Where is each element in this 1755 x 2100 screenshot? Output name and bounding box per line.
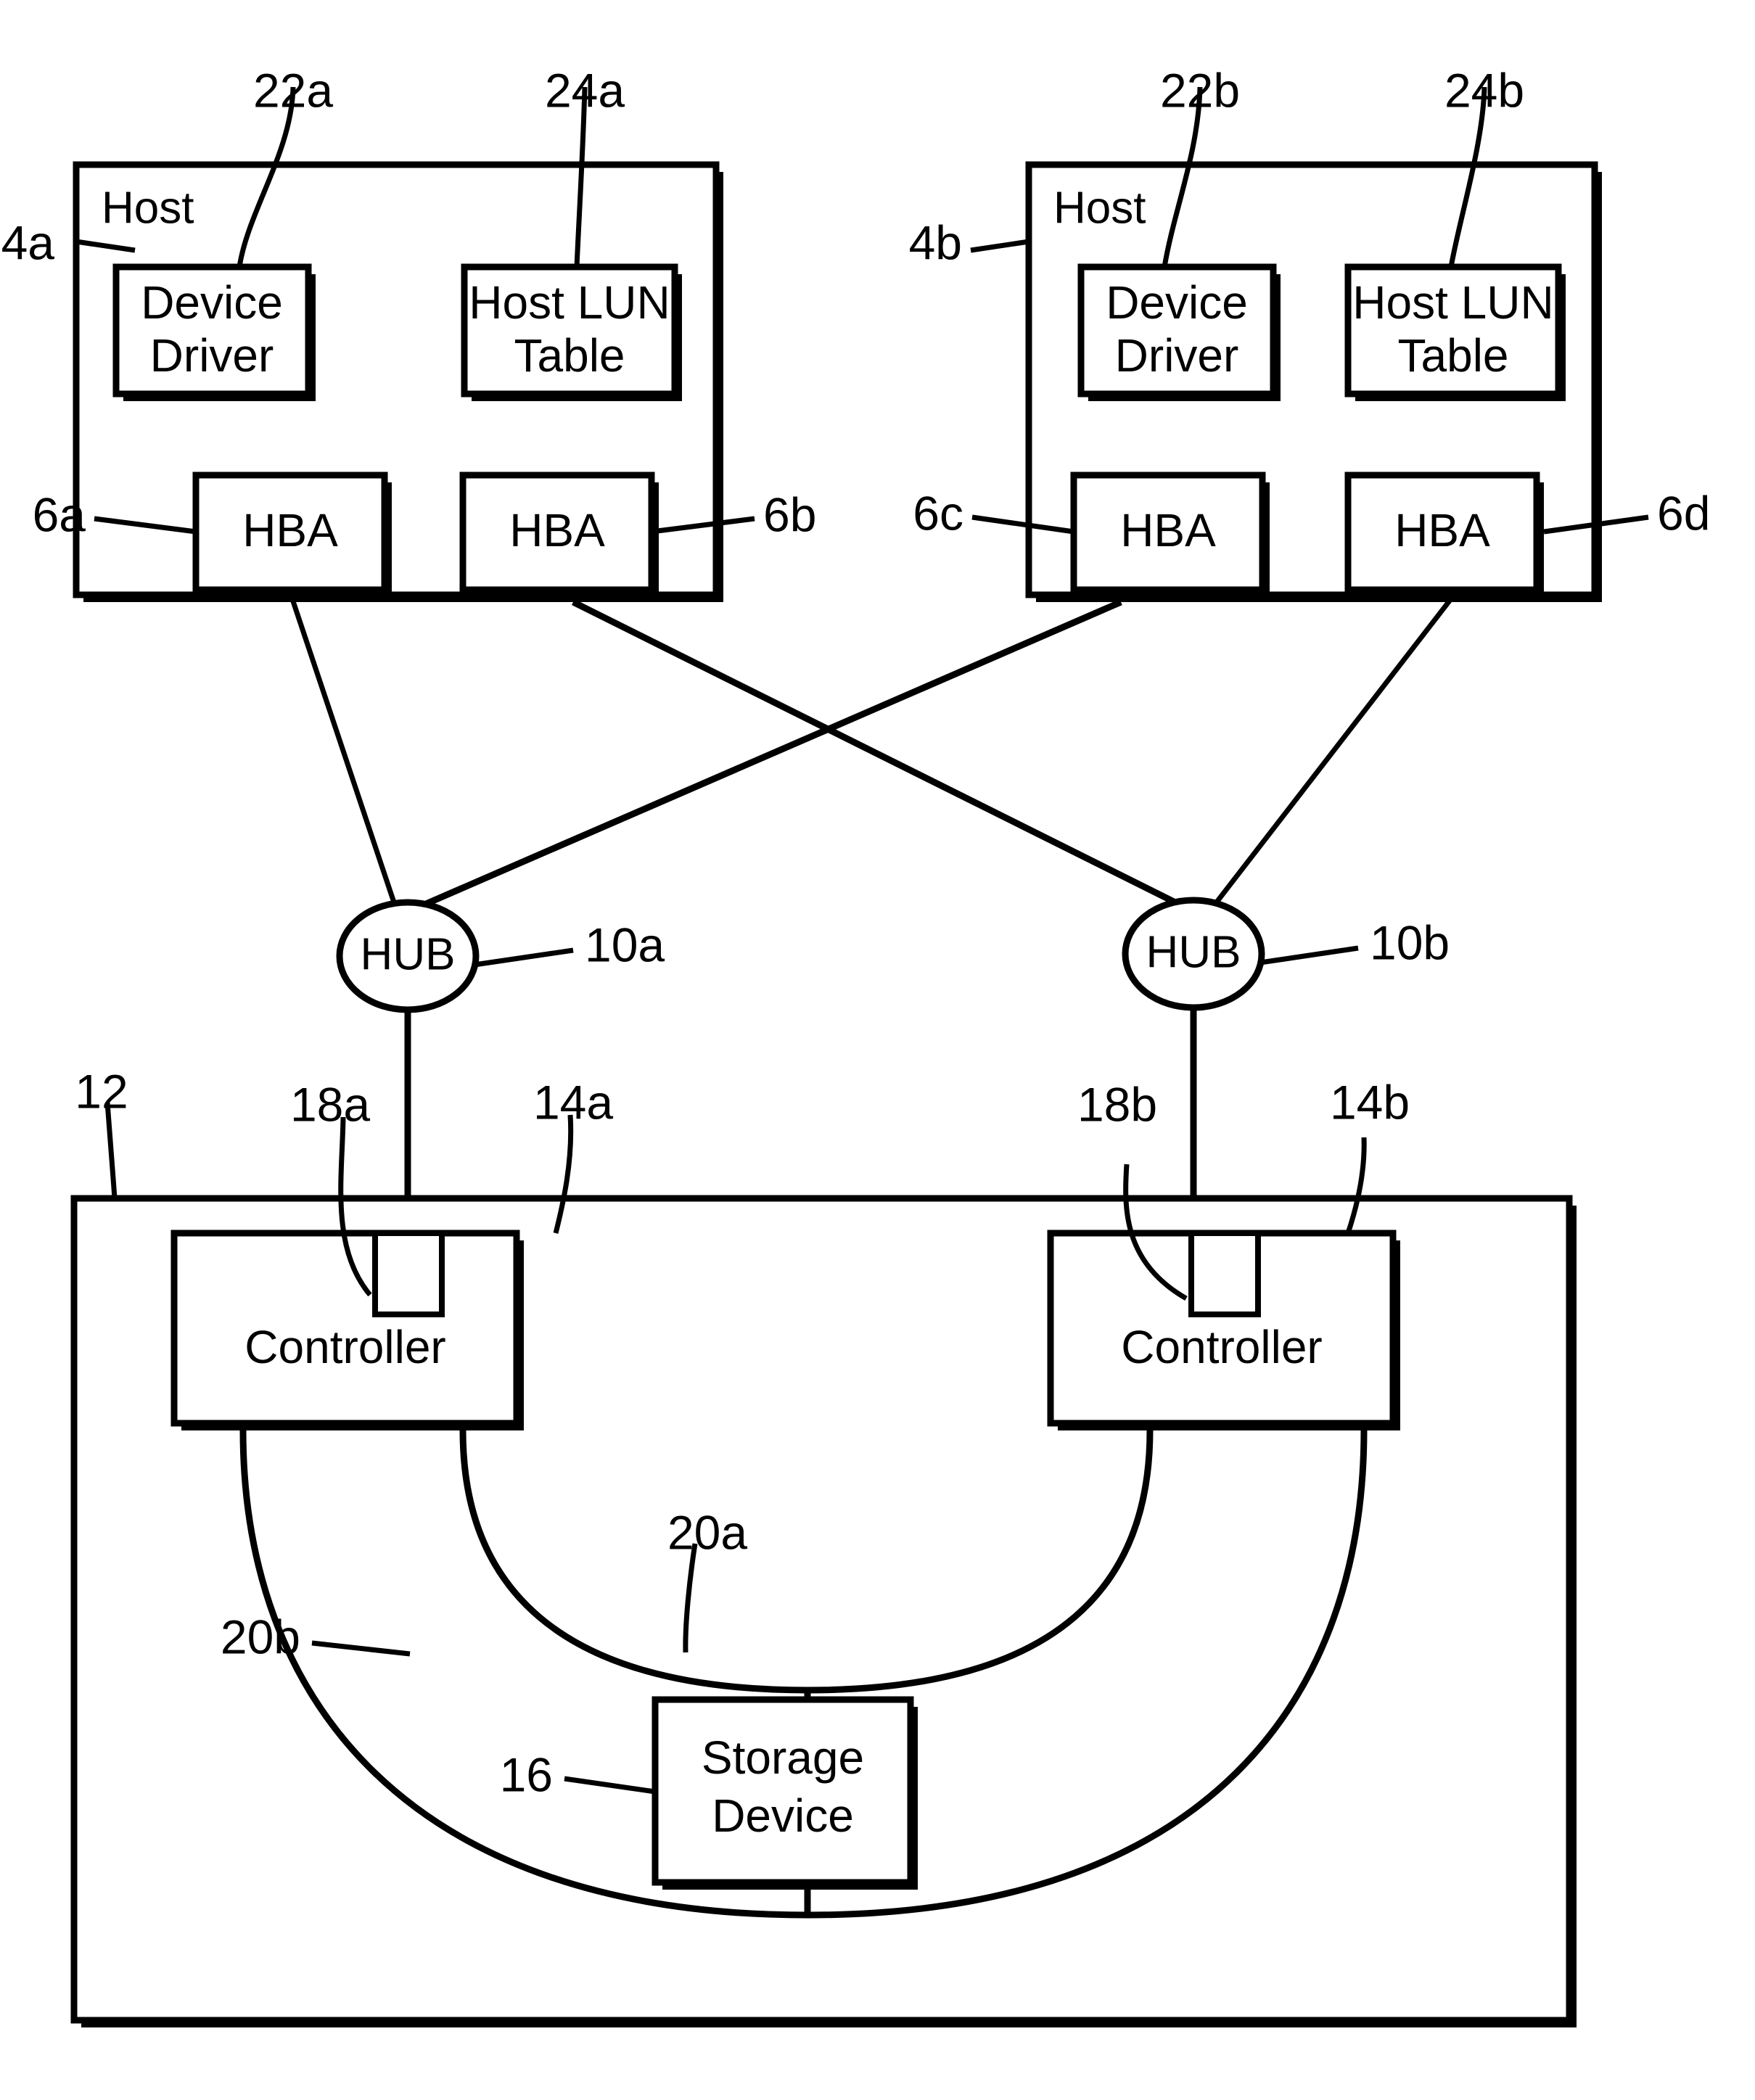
storage-device-16-line2: Device — [712, 1790, 854, 1842]
device-driver-22b-line2: Driver — [1115, 329, 1239, 382]
ref-24a: 24a — [545, 63, 625, 117]
hba-6b-label: HBA — [509, 504, 605, 556]
controller-14b-label: Controller — [1121, 1321, 1322, 1373]
ref-6d: 6d — [1657, 486, 1710, 540]
controller-14a-label: Controller — [244, 1321, 445, 1373]
hub-10a[interactable]: HUB 10a — [336, 899, 665, 1013]
leader-10b — [1259, 945, 1359, 965]
ref-22a: 22a — [253, 63, 333, 117]
ref-4b: 4b — [909, 215, 962, 269]
hba-6a-label: HBA — [242, 504, 338, 556]
host-lun-24a-line1: Host LUN — [469, 276, 670, 329]
leader-10a — [474, 947, 574, 968]
figure-canvas: Host 4a Device Driver 22a Host LUN Table… — [0, 0, 1755, 2100]
hba-6c-label: HBA — [1120, 504, 1216, 556]
ref-14b: 14b — [1330, 1075, 1410, 1129]
hub-10b-label: HUB — [1146, 927, 1241, 977]
ref-4a: 4a — [1, 215, 55, 269]
ref-6b: 6b — [763, 487, 816, 541]
device-driver-22b-line1: Device — [1106, 276, 1248, 329]
device-driver-22a-line1: Device — [141, 276, 283, 329]
port-18a-box[interactable] — [372, 1230, 445, 1317]
link-6c-to-10a — [418, 598, 1122, 910]
host-lun-24b-line2: Table — [1398, 329, 1509, 382]
ref-6c: 6c — [913, 486, 963, 540]
ref-18a: 18a — [290, 1077, 370, 1131]
hub-10b[interactable]: HUB 10b — [1122, 897, 1450, 1011]
ref-22b: 22b — [1160, 63, 1240, 117]
ref-10b: 10b — [1370, 915, 1450, 969]
patent-diagram: Host 4a Device Driver 22a Host LUN Table… — [1, 63, 1710, 2027]
ref-6a: 6a — [33, 487, 86, 541]
ref-24b: 24b — [1444, 63, 1524, 117]
storage-device-16-line1: Storage — [702, 1732, 864, 1784]
hub-10a-label: HUB — [361, 929, 456, 979]
ref-12: 12 — [75, 1064, 128, 1118]
ref-10a: 10a — [585, 918, 665, 971]
link-6b-to-10b — [571, 598, 1185, 910]
device-driver-22a-line2: Driver — [150, 329, 274, 382]
ref-16: 16 — [500, 1747, 553, 1801]
host-4a-title: Host — [102, 183, 194, 233]
hba-hub-links — [289, 595, 1455, 910]
host-block-4a: Host 4a Device Driver 22a Host LUN Table… — [1, 63, 816, 602]
port-18b-box[interactable] — [1188, 1230, 1261, 1317]
ref-20b: 20b — [221, 1610, 300, 1663]
host-lun-24b-line1: Host LUN — [1352, 276, 1553, 329]
host-block-4b: Host 4b Device Driver 22b Host LUN Table… — [909, 63, 1710, 602]
hba-6d-label: HBA — [1394, 504, 1490, 556]
link-6a-to-10a — [289, 596, 398, 908]
leader-4b — [970, 239, 1029, 253]
ref-18b: 18b — [1077, 1077, 1157, 1131]
host-lun-24a-line2: Table — [514, 329, 625, 382]
ref-14a: 14a — [533, 1075, 613, 1129]
link-6d-to-10b — [1211, 595, 1455, 909]
controller-14b: Controller 18b 14b — [1047, 1075, 1410, 1430]
ref-20a: 20a — [667, 1505, 747, 1559]
host-4b-title: Host — [1053, 183, 1146, 233]
